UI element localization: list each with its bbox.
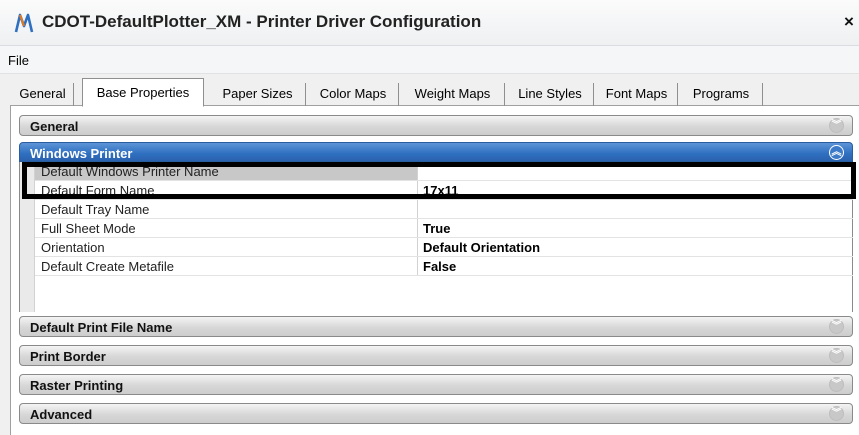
section-default-print-file-name-label: Default Print File Name	[30, 320, 173, 335]
section-advanced[interactable]: Advanced ︾	[19, 403, 853, 424]
prop-value[interactable]: Default Orientation	[423, 238, 853, 256]
section-general[interactable]: General ︾	[19, 115, 853, 136]
tab-weight-maps[interactable]: Weight Maps	[401, 83, 505, 106]
chevron-down-icon[interactable]: ︾	[829, 377, 844, 392]
grid-gutter	[20, 162, 35, 312]
prop-value[interactable]	[423, 200, 853, 218]
prop-row-full-sheet-mode[interactable]: Full Sheet Mode True	[35, 219, 853, 238]
tab-paper-sizes[interactable]: Paper Sizes	[210, 83, 306, 106]
prop-row-default-windows-printer-name[interactable]: Default Windows Printer Name	[35, 162, 853, 181]
prop-value[interactable]	[423, 162, 853, 180]
chevron-down-icon[interactable]: ︾	[829, 406, 844, 421]
prop-name: Default Form Name	[35, 181, 418, 199]
prop-name: Default Create Metafile	[35, 257, 418, 275]
tab-font-maps[interactable]: Font Maps	[596, 83, 678, 106]
property-grid: Default Windows Printer Name Default For…	[19, 162, 853, 312]
chevron-down-icon[interactable]: ︾	[829, 319, 844, 334]
tab-line-styles[interactable]: Line Styles	[507, 83, 594, 106]
prop-name: Full Sheet Mode	[35, 219, 418, 237]
prop-value[interactable]: False	[423, 257, 853, 275]
section-raster-printing-label: Raster Printing	[30, 378, 124, 393]
section-print-border-label: Print Border	[30, 349, 106, 364]
tab-programs[interactable]: Programs	[680, 83, 763, 106]
prop-name: Orientation	[35, 238, 418, 256]
tab-strip: General Base Properties Paper Sizes Colo…	[0, 74, 859, 107]
section-general-label: General	[30, 119, 79, 134]
chevron-down-icon[interactable]: ︾	[829, 118, 844, 133]
section-raster-printing[interactable]: Raster Printing ︾	[19, 374, 853, 395]
prop-row-default-form-name[interactable]: Default Form Name 17x11	[35, 181, 853, 200]
prop-row-orientation[interactable]: Orientation Default Orientation	[35, 238, 853, 257]
close-button[interactable]: ×	[839, 12, 859, 36]
menu-bar: File	[0, 46, 859, 74]
window-title: CDOT-DefaultPlotter_XM - Printer Driver …	[42, 12, 482, 31]
tab-general[interactable]: General	[12, 83, 74, 106]
section-advanced-label: Advanced	[30, 407, 93, 422]
prop-row-default-tray-name[interactable]: Default Tray Name	[35, 200, 853, 219]
prop-name: Default Windows Printer Name	[35, 162, 418, 180]
tab-base-properties[interactable]: Base Properties	[82, 78, 204, 107]
title-bar: CDOT-DefaultPlotter_XM - Printer Driver …	[0, 0, 859, 46]
prop-value[interactable]: 17x11	[423, 181, 853, 199]
microstation-icon	[14, 13, 34, 33]
section-print-border[interactable]: Print Border ︾	[19, 345, 853, 366]
chevron-down-icon[interactable]: ︾	[829, 348, 844, 363]
section-windows-printer[interactable]: Windows Printer ︽	[19, 142, 853, 162]
base-properties-panel: General ︾ Windows Printer ︽ Default Wind…	[10, 106, 859, 435]
section-windows-printer-label: Windows Printer	[30, 146, 133, 161]
menu-file[interactable]: File	[8, 53, 29, 68]
tab-color-maps[interactable]: Color Maps	[308, 83, 399, 106]
chevron-up-icon[interactable]: ︽	[829, 145, 844, 160]
prop-name: Default Tray Name	[35, 200, 418, 218]
section-default-print-file-name[interactable]: Default Print File Name ︾	[19, 316, 853, 337]
prop-value[interactable]: True	[423, 219, 853, 237]
prop-row-default-create-metafile[interactable]: Default Create Metafile False	[35, 257, 853, 276]
